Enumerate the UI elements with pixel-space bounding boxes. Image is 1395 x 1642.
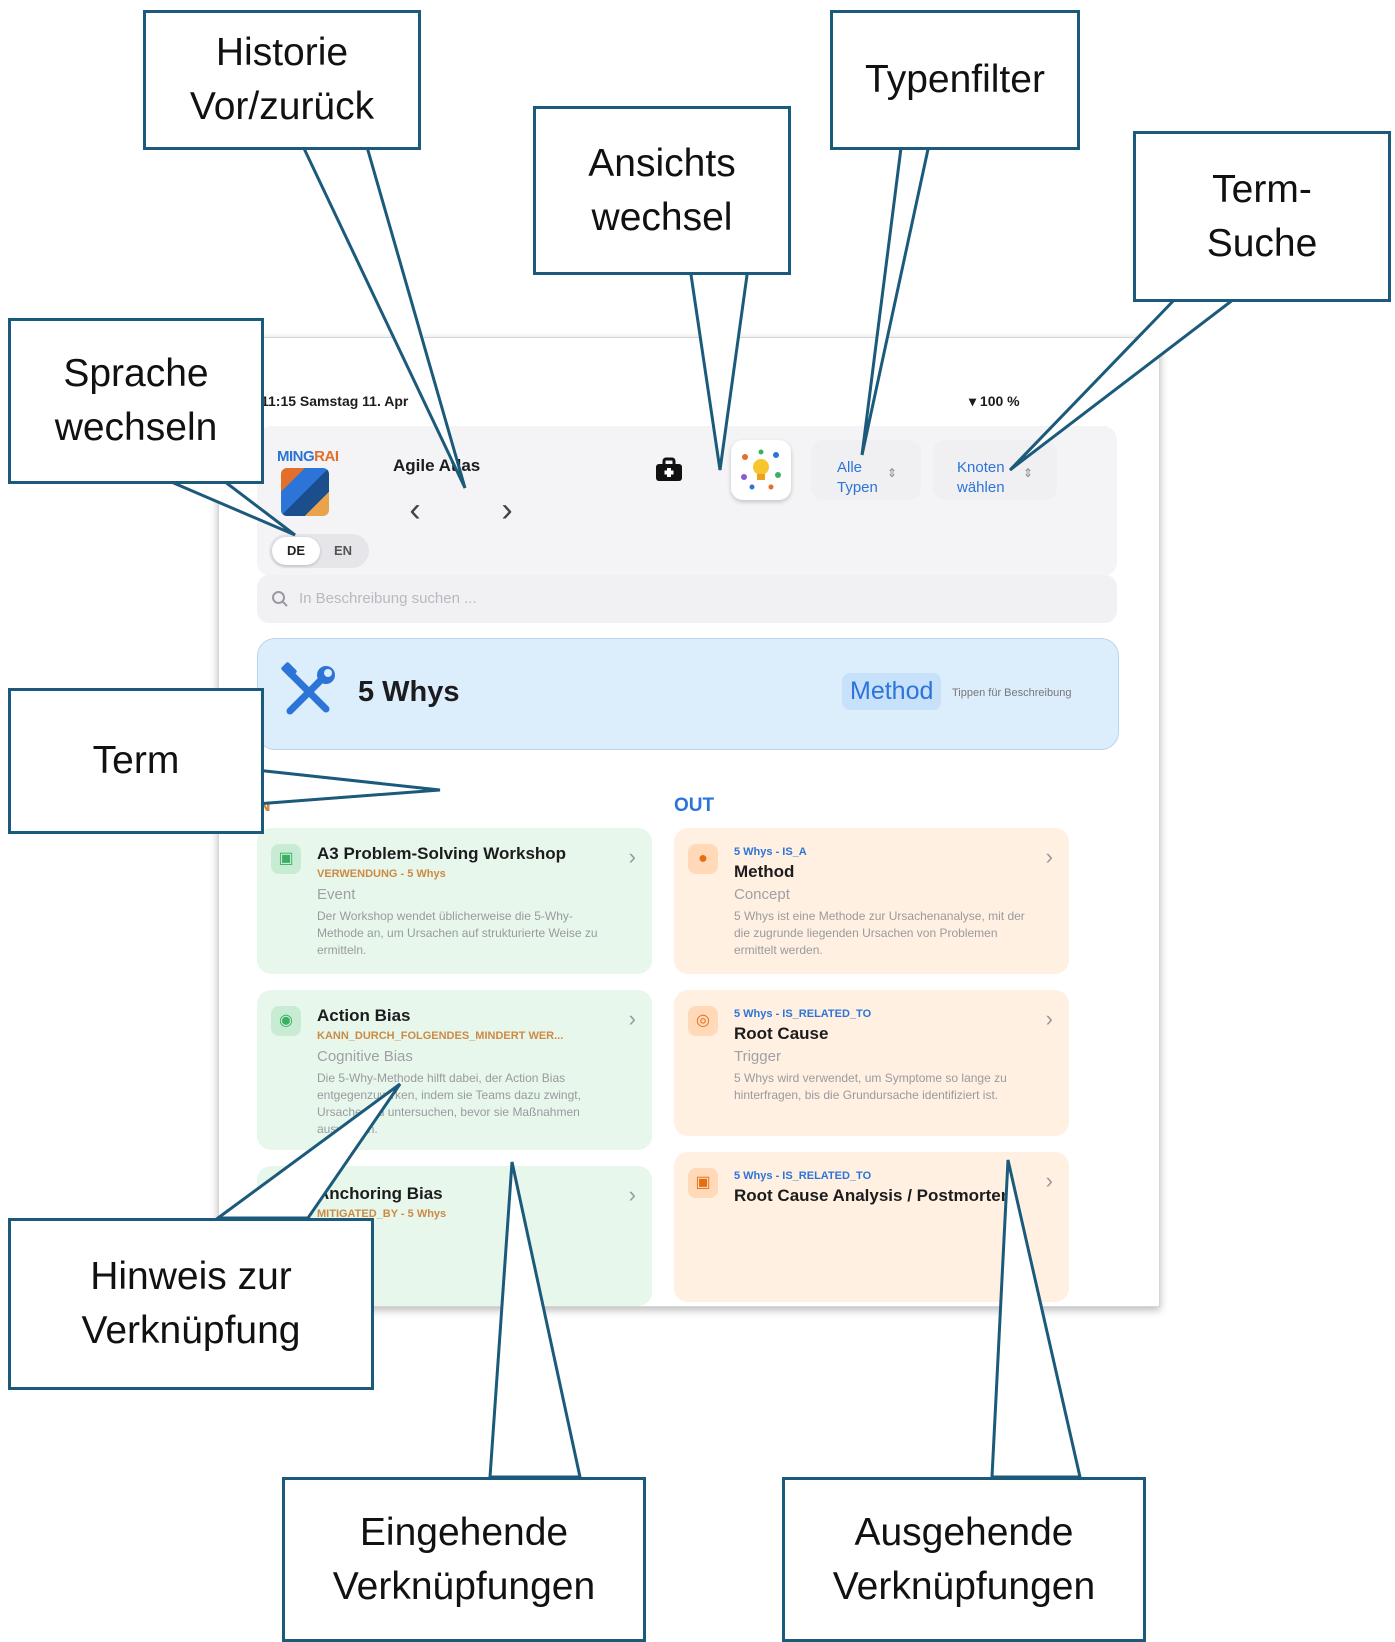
- callout-term-search: Term- Suche: [1133, 131, 1391, 302]
- callout-term: Term: [8, 688, 264, 834]
- callout-view-switch: Ansichts wechsel: [533, 106, 791, 275]
- pointer-outgoing: [990, 1159, 1082, 1479]
- callout-type-filter: Typenfilter: [830, 10, 1080, 150]
- callout-language: Sprache wechseln: [8, 318, 264, 484]
- pointer-term: [254, 768, 441, 806]
- pointer-link-hint: [213, 1082, 402, 1220]
- callout-incoming: Eingehende Verknüpfungen: [282, 1477, 646, 1642]
- pointer-history: [297, 138, 467, 489]
- pointer-view-switch: [688, 266, 750, 471]
- callout-link-hint: Hinweis zur Verknüpfung: [8, 1218, 374, 1390]
- pointer-type-filter: [860, 138, 932, 456]
- pointer-incoming: [488, 1161, 582, 1479]
- callout-history: Historie Vor/zurück: [143, 10, 421, 150]
- pointer-term-search: [1008, 294, 1243, 472]
- pointer-language: [161, 476, 296, 537]
- callout-outgoing: Ausgehende Verknüpfungen: [782, 1477, 1146, 1642]
